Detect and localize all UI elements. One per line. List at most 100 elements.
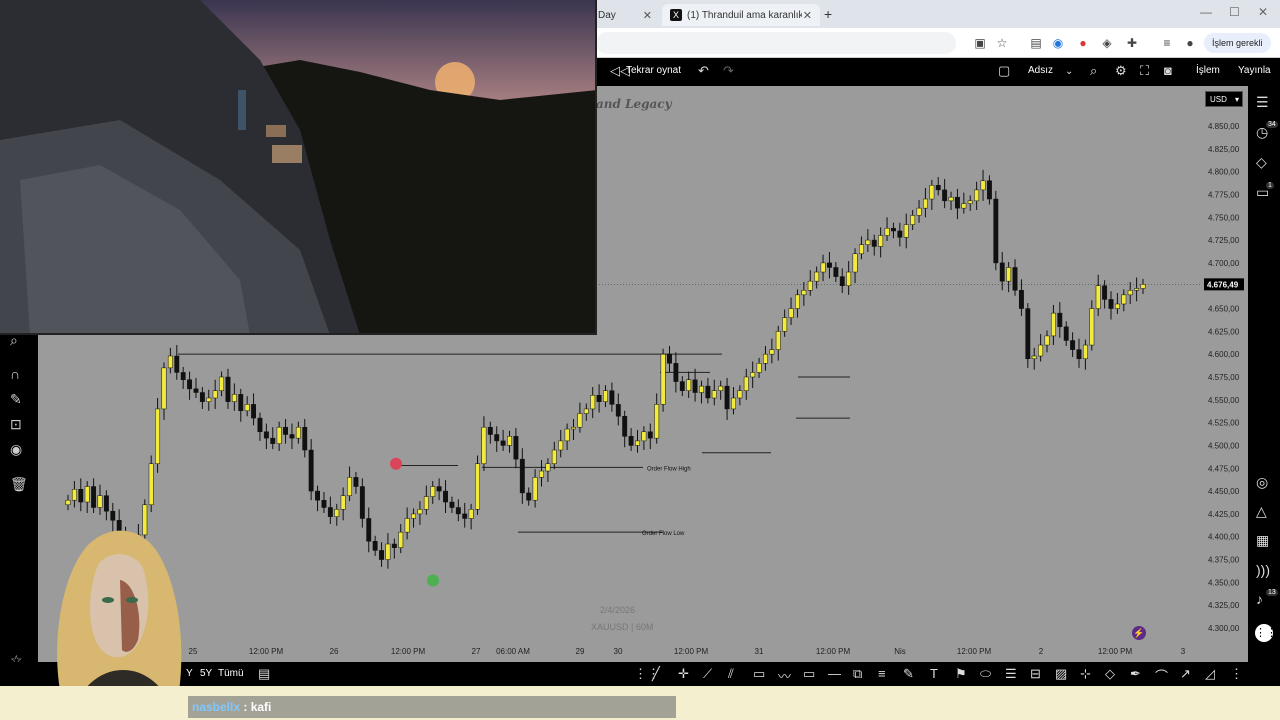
- mask-icon[interactable]: ◈: [1099, 35, 1115, 51]
- bearish-candle: [954, 196, 960, 209]
- record-icon[interactable]: ●: [1075, 35, 1091, 51]
- search-icon[interactable]: ⌕: [1090, 63, 1097, 79]
- bullish-candle: [571, 426, 576, 430]
- fullscreen-icon[interactable]: ⛶: [1140, 63, 1149, 79]
- callout-icon[interactable]: ▭: [803, 666, 815, 682]
- lock-icon[interactable]: ⊡: [10, 416, 22, 433]
- minimize-icon[interactable]: —: [1200, 5, 1212, 19]
- url-field[interactable]: [596, 32, 956, 54]
- target-icon[interactable]: ◎: [1256, 474, 1268, 491]
- eraser-icon[interactable]: ◇: [1105, 666, 1115, 682]
- arrow-icon[interactable]: ↗: [1180, 666, 1191, 682]
- apps-grid-icon[interactable]: ⋮⋮: [1255, 624, 1277, 642]
- y-axis-tick-label: 4.475,00: [1208, 464, 1240, 473]
- bearish-candle: [315, 490, 321, 501]
- profile-icon[interactable]: ●: [1182, 35, 1198, 51]
- camera-icon[interactable]: ◙: [1164, 63, 1172, 78]
- bullish-candle: [686, 379, 692, 391]
- text-icon[interactable]: T: [930, 666, 938, 681]
- clipboard-icon[interactable]: ▣: [972, 35, 988, 51]
- positions-icon[interactable]: ⊟: [1030, 666, 1041, 682]
- flag-icon[interactable]: ⚑: [955, 666, 967, 682]
- ruler-icon[interactable]: ⊹: [1080, 666, 1091, 682]
- puzzle-icon[interactable]: ✚: [1124, 35, 1140, 51]
- pen-icon[interactable]: ✒: [1130, 666, 1141, 682]
- extension-icon[interactable]: ▤: [1028, 35, 1044, 51]
- browser-tab-active[interactable]: X (1) Thranduil ama karanlık on X✕: [662, 4, 820, 26]
- new-tab-button[interactable]: +: [824, 6, 832, 22]
- rectangle-icon[interactable]: ▭: [753, 666, 765, 682]
- pattern-icon[interactable]: ⧉: [853, 666, 862, 682]
- x-axis-tick-label: 30: [614, 647, 623, 656]
- bullish-candle: [161, 367, 167, 410]
- image-icon[interactable]: ▨: [1055, 666, 1067, 682]
- notification-bell-icon[interactable]: ♪: [1256, 591, 1263, 607]
- brush-icon[interactable]: ✎: [903, 666, 914, 682]
- fib-icon[interactable]: ⟋: [703, 666, 712, 682]
- bearish-candle: [110, 510, 116, 521]
- path-icon[interactable]: 〰: [778, 666, 791, 685]
- bearish-candle: [193, 388, 199, 393]
- audio-icon[interactable]: ◉: [1050, 35, 1066, 51]
- magnet-icon[interactable]: ∩: [10, 366, 20, 382]
- playlist-icon[interactable]: ≡: [1159, 35, 1175, 51]
- bullish-candle: [1006, 267, 1012, 282]
- close-icon[interactable]: ✕: [803, 9, 812, 22]
- y-axis-tick-label: 4.825,00: [1208, 145, 1240, 154]
- bullish-candle: [1095, 285, 1101, 309]
- replay-button[interactable]: Tekrar oynat: [626, 65, 681, 76]
- horizontal-line-icon[interactable]: —: [828, 666, 841, 681]
- bearish-candle: [494, 434, 500, 442]
- date-range-icon[interactable]: ▤: [258, 666, 270, 682]
- trade-button[interactable]: İşlem: [1196, 65, 1220, 76]
- range-all-button[interactable]: Tümü: [218, 668, 244, 679]
- lines-icon[interactable]: ≡: [878, 666, 886, 681]
- ellipse-icon[interactable]: ⬭: [980, 666, 991, 682]
- layers-icon[interactable]: ◇: [1256, 154, 1267, 171]
- publish-button[interactable]: Yayınla: [1238, 65, 1271, 76]
- broadcast-icon[interactable]: ))): [1256, 562, 1270, 578]
- more-tools-icon[interactable]: ⋮: [1230, 666, 1243, 682]
- right-sidebar: ☰ ◷ 34 ◇ ▭ 1 ◎ △ ▦ ))) ♪ 13 ⋮⋮: [1248, 86, 1280, 686]
- bullish-candle: [795, 294, 800, 309]
- y-axis-tick-label: 4.500,00: [1208, 441, 1240, 450]
- close-icon[interactable]: ✕: [643, 9, 652, 22]
- trash-icon[interactable]: 🗑: [10, 476, 28, 493]
- bullish-candle: [865, 239, 871, 245]
- star-icon[interactable]: ☆: [994, 35, 1010, 51]
- maximize-icon[interactable]: ☐: [1229, 5, 1240, 19]
- layout-icon[interactable]: ▢: [998, 63, 1010, 79]
- list-icon[interactable]: ☰: [1005, 666, 1017, 682]
- lightning-icon[interactable]: ⚡: [1132, 626, 1146, 640]
- bullish-candle: [929, 185, 935, 200]
- undo-icon[interactable]: ↶: [698, 63, 709, 79]
- bearish-candle: [673, 363, 679, 382]
- bullish-candle: [481, 426, 487, 464]
- triangle-icon[interactable]: △: [1256, 503, 1267, 520]
- range-5y-button[interactable]: 5Y: [200, 668, 212, 679]
- browser-tab[interactable]: Day ✕: [590, 4, 660, 26]
- chevron-down-icon[interactable]: ⌄: [1065, 66, 1073, 77]
- calendar-icon[interactable]: ▦: [1256, 532, 1269, 549]
- bearish-candle: [391, 543, 397, 548]
- close-window-icon[interactable]: ✕: [1258, 5, 1268, 19]
- curve-icon[interactable]: ⌒: [1155, 666, 1168, 685]
- action-required-chip[interactable]: İşlem gerekli: [1204, 33, 1271, 53]
- crosshair-icon[interactable]: ✛: [678, 666, 689, 682]
- watchlist-icon[interactable]: ☰: [1256, 94, 1269, 111]
- bullish-candle: [231, 394, 237, 402]
- currency-select[interactable]: USD ▾: [1205, 91, 1243, 107]
- layout-name[interactable]: Adsız: [1028, 65, 1053, 76]
- bearish-candle: [1102, 285, 1108, 300]
- settings-icon[interactable]: ⚙: [1115, 63, 1127, 79]
- redo-icon[interactable]: ↷: [723, 63, 734, 79]
- pencil-lock-icon[interactable]: ✎: [10, 391, 22, 408]
- buy-marker: [427, 574, 439, 587]
- pitchfork-icon[interactable]: ⫽: [728, 666, 734, 682]
- symbol-watermark: XAUUSD | 60M: [591, 622, 654, 632]
- measure-icon[interactable]: ◿: [1205, 666, 1215, 682]
- bearish-candle: [647, 431, 653, 439]
- y-axis-tick-label: 4.450,00: [1208, 487, 1240, 496]
- trendline-icon[interactable]: ╱: [652, 666, 660, 682]
- eye-icon[interactable]: ◉: [10, 441, 22, 458]
